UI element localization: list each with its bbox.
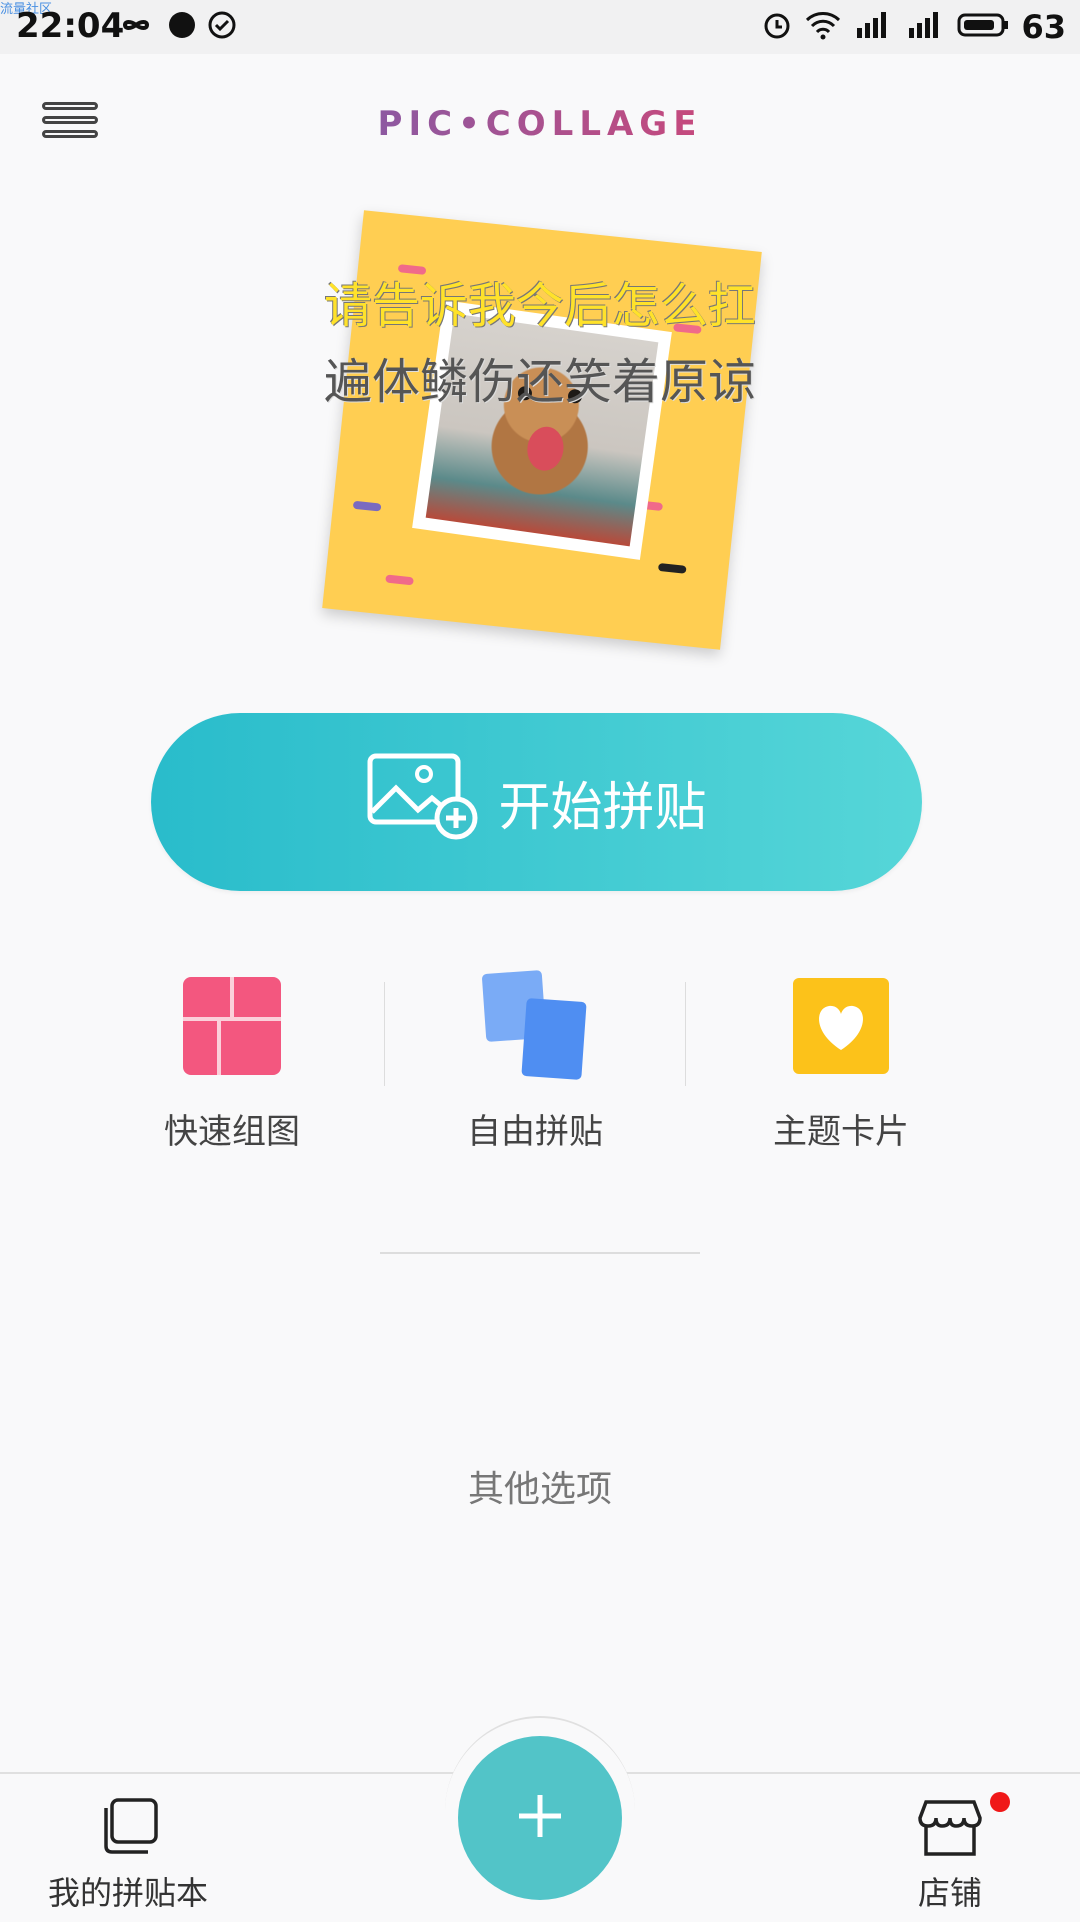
status-right-icons: 63: [761, 8, 1066, 46]
battery-level: 63: [1021, 8, 1066, 46]
plus-icon: [515, 1791, 565, 1845]
grid-layout-icon: [183, 977, 281, 1079]
heart-card-icon: [793, 978, 889, 1078]
status-left-icons: [115, 10, 237, 44]
tab-store-label: 店铺: [918, 1874, 983, 1912]
app-header: PIC•COLLAGE: [0, 54, 1080, 194]
wifi-icon: [805, 10, 841, 44]
start-collage-label: 开始拼贴: [498, 777, 707, 838]
check-circle-icon: [207, 10, 237, 44]
dog-photo: [412, 300, 672, 560]
signal-icon: [905, 10, 945, 44]
infinity-icon: [115, 13, 157, 41]
theme-card-label: 主题卡片: [773, 1112, 909, 1152]
store-badge-dot: [990, 1792, 1010, 1812]
tab-my-collages-label: 我的拼贴本: [48, 1874, 209, 1912]
freestyle-cards-icon: [480, 970, 590, 1086]
start-collage-button[interactable]: 开始拼贴: [151, 713, 922, 891]
add-image-icon: [366, 752, 480, 853]
app-logo: PIC•COLLAGE: [0, 104, 1080, 144]
other-options-link[interactable]: 其他选项: [0, 1460, 1080, 1512]
battery-icon: [957, 12, 1009, 42]
theme-card-button[interactable]: 主题卡片: [661, 972, 1021, 1172]
tab-my-collages[interactable]: 我的拼贴本: [48, 1798, 208, 1914]
signal-4g-icon: [853, 10, 893, 44]
lyric-line-1: 请告诉我今后怎么扛: [323, 278, 756, 334]
store-icon: [918, 1800, 982, 1862]
collage-book-icon: [96, 1798, 160, 1862]
alarm-icon: [761, 9, 793, 45]
add-fab-button[interactable]: [458, 1736, 622, 1900]
section-divider: [380, 1252, 700, 1254]
tab-store[interactable]: 店铺: [918, 1798, 982, 1914]
feature-row: 快速组图 自由拼贴 主题卡片: [0, 970, 1080, 1172]
lyric-line-2: 遍体鳞伤还笑着原谅: [323, 354, 756, 410]
status-time: 22:04: [16, 6, 125, 46]
status-bar: 流量社区 22:04 63: [0, 0, 1080, 54]
chat-bubble-icon: [167, 10, 197, 44]
